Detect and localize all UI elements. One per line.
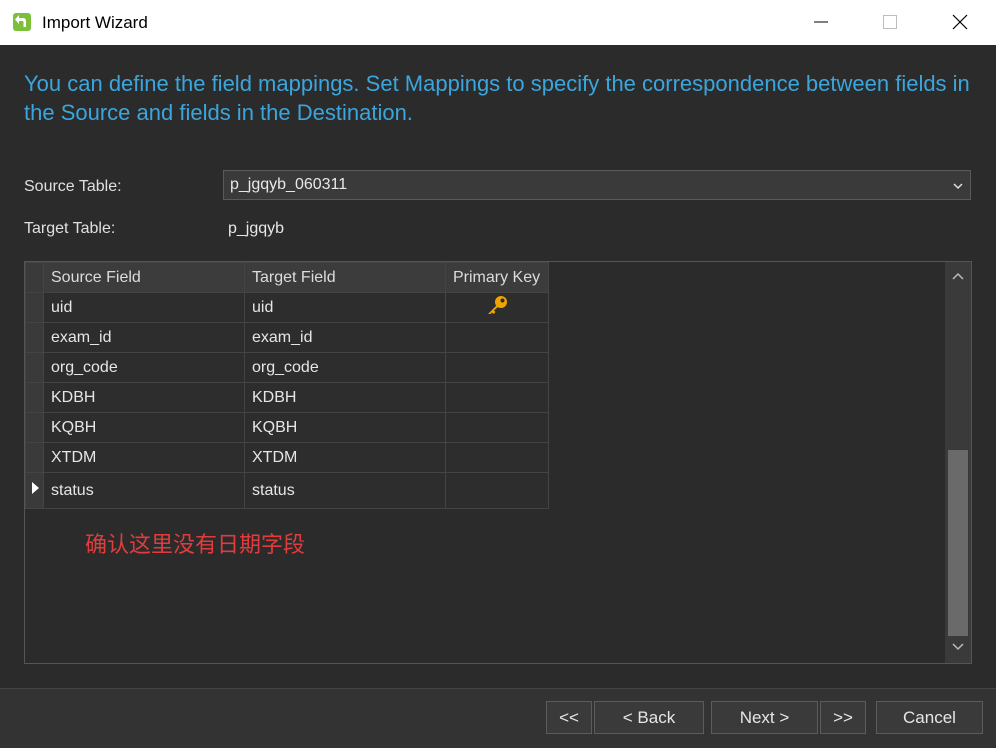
primary-key-cell[interactable] bbox=[445, 412, 549, 443]
field-mapping-grid: Source Field Target Field Primary Key ui… bbox=[24, 261, 972, 664]
minimize-button[interactable] bbox=[786, 0, 856, 45]
table-row[interactable]: org_code org_code bbox=[25, 352, 549, 383]
wizard-content: You can define the field mappings. Set M… bbox=[0, 45, 996, 688]
source-field-cell[interactable]: XTDM bbox=[43, 442, 245, 473]
close-button[interactable] bbox=[925, 0, 995, 45]
primary-key-cell[interactable] bbox=[445, 382, 549, 413]
key-icon bbox=[488, 296, 507, 314]
source-field-cell[interactable]: KQBH bbox=[43, 412, 245, 443]
target-field-cell[interactable]: KQBH bbox=[244, 412, 446, 443]
window-title: Import Wizard bbox=[42, 13, 148, 32]
row-header[interactable] bbox=[25, 412, 44, 443]
vertical-scrollbar[interactable] bbox=[945, 262, 971, 663]
source-field-cell[interactable]: uid bbox=[43, 292, 245, 323]
table-row[interactable]: KQBH KQBH bbox=[25, 412, 549, 443]
chevron-down-icon[interactable] bbox=[951, 639, 965, 657]
title-bar: Import Wizard bbox=[0, 0, 996, 45]
primary-key-cell[interactable] bbox=[445, 472, 549, 509]
cancel-button[interactable]: Cancel bbox=[876, 701, 983, 734]
annotation-text: 确认这里没有日期字段 bbox=[85, 533, 306, 558]
target-table-value: p_jgqyb bbox=[228, 220, 285, 237]
row-pointer-icon bbox=[32, 482, 39, 494]
target-field-cell[interactable]: org_code bbox=[244, 352, 446, 383]
source-field-cell[interactable]: status bbox=[43, 472, 245, 509]
intro-text: You can define the field mappings. Set M… bbox=[24, 71, 970, 125]
row-header[interactable] bbox=[25, 442, 44, 473]
column-header-source-field[interactable]: Source Field bbox=[43, 262, 245, 293]
target-field-cell[interactable]: KDBH bbox=[244, 382, 446, 413]
chevron-down-icon bbox=[952, 179, 964, 197]
row-header[interactable] bbox=[25, 352, 44, 383]
table-row[interactable]: uid uid bbox=[25, 292, 549, 323]
table-row[interactable]: KDBH KDBH bbox=[25, 382, 549, 413]
row-header[interactable] bbox=[25, 292, 44, 323]
column-header-primary-key[interactable]: Primary Key bbox=[445, 262, 549, 293]
row-header[interactable] bbox=[25, 472, 44, 509]
source-field-cell[interactable]: KDBH bbox=[43, 382, 245, 413]
scrollbar-thumb[interactable] bbox=[948, 450, 968, 636]
column-header-target-field[interactable]: Target Field bbox=[244, 262, 446, 293]
wizard-footer: << < Back Next > >> Cancel bbox=[0, 688, 996, 748]
first-button[interactable]: << bbox=[546, 701, 592, 734]
row-header[interactable] bbox=[25, 322, 44, 353]
chevron-up-icon[interactable] bbox=[951, 268, 965, 286]
target-field-cell[interactable]: uid bbox=[244, 292, 446, 323]
mapping-table: Source Field Target Field Primary Key ui… bbox=[25, 262, 549, 509]
source-field-cell[interactable]: org_code bbox=[43, 352, 245, 383]
table-header-row: Source Field Target Field Primary Key bbox=[25, 262, 549, 293]
target-field-cell[interactable]: status bbox=[244, 472, 446, 509]
row-header-corner bbox=[25, 262, 44, 293]
table-row[interactable]: exam_id exam_id bbox=[25, 322, 549, 353]
target-table-label: Target Table: bbox=[24, 220, 116, 237]
back-button[interactable]: < Back bbox=[594, 701, 704, 734]
primary-key-cell[interactable] bbox=[445, 292, 549, 323]
source-table-value: p_jgqyb_060311 bbox=[230, 176, 348, 193]
source-table-label: Source Table: bbox=[24, 178, 122, 195]
table-row[interactable]: XTDM XTDM bbox=[25, 442, 549, 473]
next-button[interactable]: Next > bbox=[711, 701, 818, 734]
last-button[interactable]: >> bbox=[820, 701, 866, 734]
row-header[interactable] bbox=[25, 382, 44, 413]
import-arrow-icon bbox=[12, 12, 32, 32]
source-table-select[interactable]: p_jgqyb_060311 bbox=[223, 170, 971, 200]
target-field-cell[interactable]: exam_id bbox=[244, 322, 446, 353]
primary-key-cell[interactable] bbox=[445, 322, 549, 353]
maximize-button[interactable] bbox=[855, 0, 925, 45]
target-field-cell[interactable]: XTDM bbox=[244, 442, 446, 473]
primary-key-cell[interactable] bbox=[445, 352, 549, 383]
table-row[interactable]: status status bbox=[25, 472, 549, 509]
primary-key-cell[interactable] bbox=[445, 442, 549, 473]
source-field-cell[interactable]: exam_id bbox=[43, 322, 245, 353]
